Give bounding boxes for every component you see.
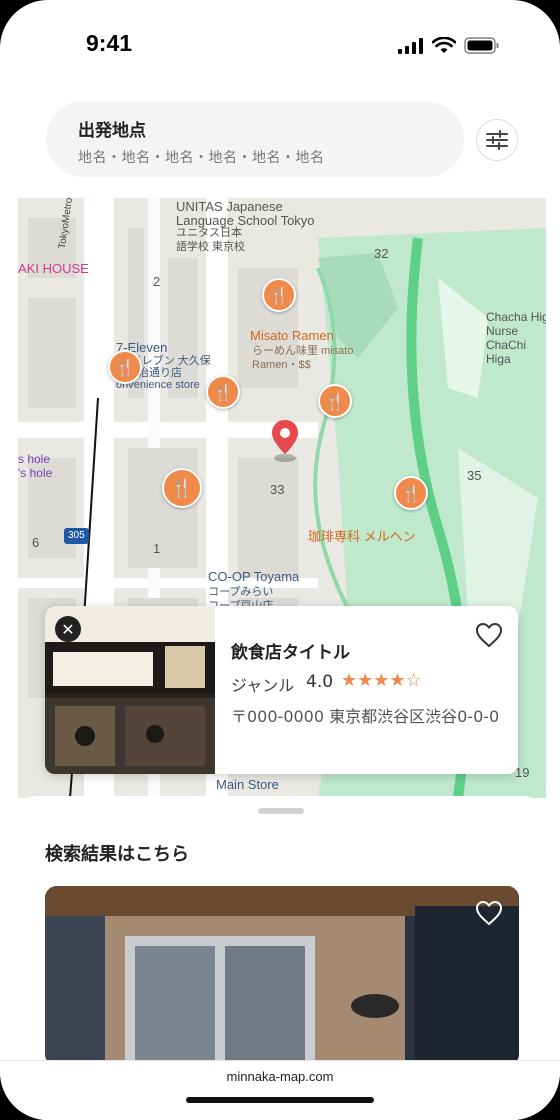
results-heading: 検索結果はこちら [45,844,189,865]
map-label-misato: Misato Ramen [250,328,334,343]
close-card-button[interactable]: ✕ [55,616,81,642]
map-label-chacha: Chacha Higas Nurse ChaChi Higa [486,310,546,366]
map-label-s-hole: s hole 's hole [18,452,53,480]
fork-knife-icon: 🍴 [213,382,233,402]
restaurant-card[interactable]: ✕ 飲食店タイトル ジャンル 4.0 ★★★★☆ 〒000-0000 東京都渋谷… [45,606,518,774]
favorite-heart-icon[interactable] [475,900,503,926]
browser-url-bar: minnaka-map.com [0,1060,560,1120]
home-indicator[interactable] [186,1097,374,1103]
sliders-icon [486,130,508,150]
map-label-coffee: 珈琲専科 メルヘン [308,529,416,544]
fork-knife-icon: 🍴 [269,285,289,305]
restaurant-storefront-image [45,886,519,1066]
signal-icon [398,37,423,54]
map-block-number: 2 [153,274,161,289]
restaurant-rating: 4.0 [306,672,334,692]
map-block-number: 32 [374,246,389,261]
wifi-icon [432,37,456,53]
map-label-unitas: UNITAS Japanese Language School Tokyo [176,199,315,228]
status-time: 9:41 [86,30,133,56]
favorite-heart-icon[interactable] [475,622,503,648]
map-block-number: 33 [270,482,285,497]
url-text[interactable]: minnaka-map.com [0,1069,560,1084]
restaurant-address: 〒000-0000 東京都渋谷区渋谷0-0-0 [231,707,500,726]
fork-knife-icon: 🍴 [170,477,194,499]
map-label-unitas-jp: ユニタス日本 語学校 東京校 [176,227,246,253]
close-icon: ✕ [61,619,75,639]
restaurant-title: 飲食店タイトル [231,643,350,663]
star-rating-icons: ★★★★☆ [341,670,422,691]
restaurant-pin[interactable]: 🍴 [206,375,240,409]
fork-knife-icon: 🍴 [115,357,135,377]
restaurant-pin[interactable]: 🍴 [394,476,428,510]
map-block-number: 1 [153,541,161,556]
search-subtitle: 地名・地名・地名・地名・地名・地名 [78,150,325,166]
map-label-misato-jp: らーめん味里 misato Ramen・$$ [252,345,354,371]
restaurant-pin[interactable]: 🍴 [108,350,142,384]
map-route-badge: 305 [64,528,89,544]
location-pin-icon[interactable] [270,418,300,462]
status-bar: 9:41 [0,0,560,90]
map-label-aki-house: AKI HOUSE [18,261,89,276]
restaurant-pin[interactable]: 🍴 [318,384,352,418]
filter-button[interactable] [476,119,518,161]
fork-knife-icon: 🍴 [401,483,421,503]
result-card-photo[interactable] [45,886,519,1066]
sheet-drag-handle[interactable] [258,808,304,814]
map-block-number: 6 [32,535,40,550]
departure-search-field[interactable]: 出発地点 地名・地名・地名・地名・地名・地名 [46,101,464,177]
map-label-main-store: Main Store [216,777,279,792]
restaurant-pin[interactable]: 🍴 [262,278,296,312]
fork-knife-icon: 🍴 [325,391,345,411]
status-icons [398,37,500,54]
restaurant-genre: ジャンル [231,676,295,695]
search-title: 出発地点 [78,121,146,141]
battery-icon [464,37,499,54]
map-label-coop: CO-OP Toyama [208,569,300,584]
restaurant-pin[interactable]: 🍴 [162,468,202,508]
map-block-number: 35 [467,468,482,483]
phone-screen: 9:41 出発地点 地名・地名・地名・地名・地名・地名 UNITAS Japan… [0,0,560,1120]
